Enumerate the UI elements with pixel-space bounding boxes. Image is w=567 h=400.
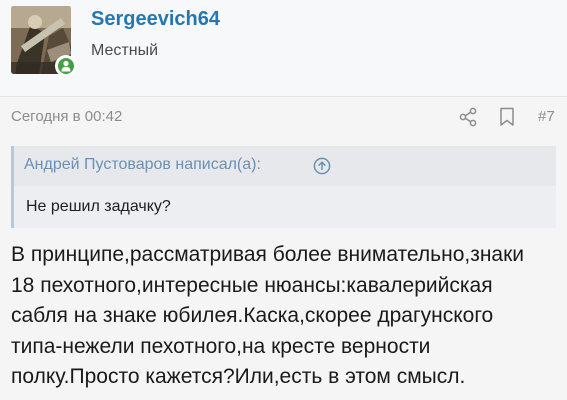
arrow-up-circle-icon[interactable] [313,157,331,175]
quote-author-link[interactable]: Андрей Пустоваров написал(а): [24,156,261,174]
quote-block: Андрей Пустоваров написал(а): Не решил з… [11,146,556,228]
post-date[interactable]: Сегодня в 00:42 [11,108,122,125]
message-line: 18 пехотного,интересные нюансы:кавалерий… [11,273,493,297]
share-icon[interactable] [458,107,478,127]
quote-text: Не решил задачку? [26,198,171,215]
online-status-badge [55,55,77,77]
post-number-link[interactable]: #7 [538,108,555,125]
user-online-icon [61,60,71,72]
message-line: В принципе,рассматривая более внимательн… [11,243,525,266]
post-meta-bar: Сегодня в 00:42 #7 [0,97,567,137]
message-line: сабля на знаке юбилея.Каска,скорее драгу… [11,304,494,327]
user-title: Местный [91,42,159,59]
message-line: полку.Просто кажется?Или,есть в этом смы… [11,365,466,388]
username-link[interactable]: Sergeevich64 [91,8,220,31]
bookmark-icon[interactable] [499,107,515,127]
quote-header: Андрей Пустоваров написал(а): [14,146,556,186]
post-user-header: Sergeevich64 Местный [0,0,567,97]
message-line: типа-нежели пехотного,на кресте верности [11,334,431,358]
post-message: В принципе,рассматривая более внимательн… [11,240,556,393]
